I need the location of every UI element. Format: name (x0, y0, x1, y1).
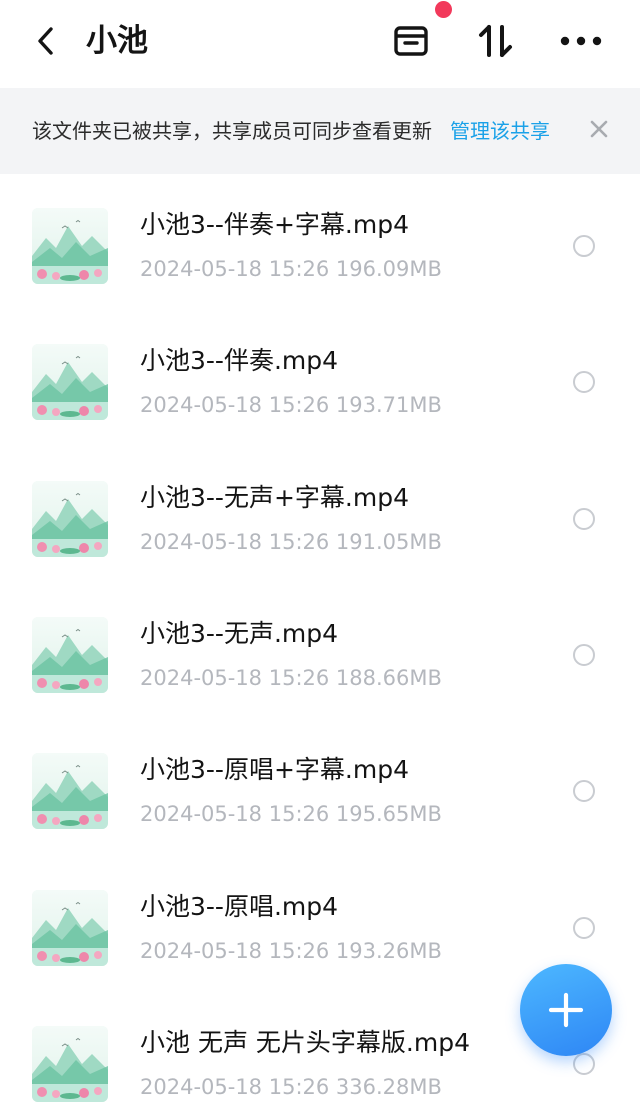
file-row[interactable]: 小池3--无声+字幕.mp4 2024-05-18 15:26 191.05MB (0, 447, 640, 583)
archive-icon (394, 26, 428, 56)
video-thumbnail (32, 616, 108, 693)
video-thumbnail (32, 889, 108, 966)
file-row[interactable]: 小池3--原唱+字幕.mp4 2024-05-18 15:26 195.65MB (0, 719, 640, 855)
more-icon (560, 36, 602, 46)
file-name: 小池3--无声+字幕.mp4 (140, 482, 409, 512)
file-name: 小池3--伴奏.mp4 (140, 346, 339, 376)
file-name: 小池3--原唱.mp4 (140, 891, 339, 921)
video-thumbnail (32, 480, 108, 557)
file-row[interactable]: 小池3--无声.mp4 2024-05-18 15:26 188.66MB (0, 583, 640, 719)
archive-button[interactable] (388, 18, 434, 64)
select-radio[interactable] (573, 371, 595, 394)
back-button[interactable] (26, 18, 66, 64)
sort-icon (479, 25, 512, 57)
file-meta: 2024-05-18 15:26 188.66MB (140, 665, 442, 690)
share-notice-bar: 该文件夹已被共享，共享成员可同步查看更新 管理该共享 (0, 88, 640, 174)
back-icon (38, 27, 53, 55)
file-name: 小池3--无声.mp4 (140, 618, 339, 648)
video-thumbnail (32, 753, 108, 830)
select-radio[interactable] (573, 1052, 595, 1075)
sort-button[interactable] (472, 18, 518, 64)
video-thumbnail (32, 344, 108, 421)
plus-icon (548, 992, 584, 1028)
file-name: 小池3--原唱+字幕.mp4 (140, 755, 409, 785)
close-notice-button[interactable] (582, 112, 616, 146)
video-thumbnail (32, 208, 108, 284)
file-meta: 2024-05-18 15:26 193.26MB (140, 938, 442, 963)
share-notice-text: 该文件夹已被共享，共享成员可同步查看更新 (32, 119, 432, 143)
select-radio[interactable] (573, 780, 595, 803)
file-meta: 2024-05-18 15:26 336.28MB (140, 1074, 442, 1099)
page-title: 小池 (86, 23, 148, 59)
file-meta: 2024-05-18 15:26 193.71MB (140, 393, 442, 418)
file-name: 小池 无声 无片头字幕版.mp4 (140, 1027, 470, 1057)
file-row[interactable]: 小池3--伴奏+字幕.mp4 2024-05-18 15:26 196.09MB (0, 174, 640, 310)
file-row[interactable]: 小池3--伴奏.mp4 2024-05-18 15:26 193.71MB (0, 310, 640, 446)
notification-dot (435, 1, 452, 18)
select-radio[interactable] (573, 235, 595, 257)
file-name: 小池3--伴奏+字幕.mp4 (140, 210, 409, 239)
file-meta: 2024-05-18 15:26 195.65MB (140, 802, 442, 827)
select-radio[interactable] (573, 507, 595, 530)
file-meta: 2024-05-18 15:26 196.09MB (140, 257, 442, 281)
top-bar: 小池 (0, 0, 640, 88)
select-radio[interactable] (573, 643, 595, 666)
video-thumbnail (32, 1025, 108, 1102)
file-meta: 2024-05-18 15:26 191.05MB (140, 529, 442, 554)
add-button[interactable] (520, 964, 612, 1056)
close-icon (590, 120, 608, 138)
more-button[interactable] (558, 18, 604, 64)
select-radio[interactable] (573, 916, 595, 939)
manage-share-link[interactable]: 管理该共享 (450, 116, 550, 146)
